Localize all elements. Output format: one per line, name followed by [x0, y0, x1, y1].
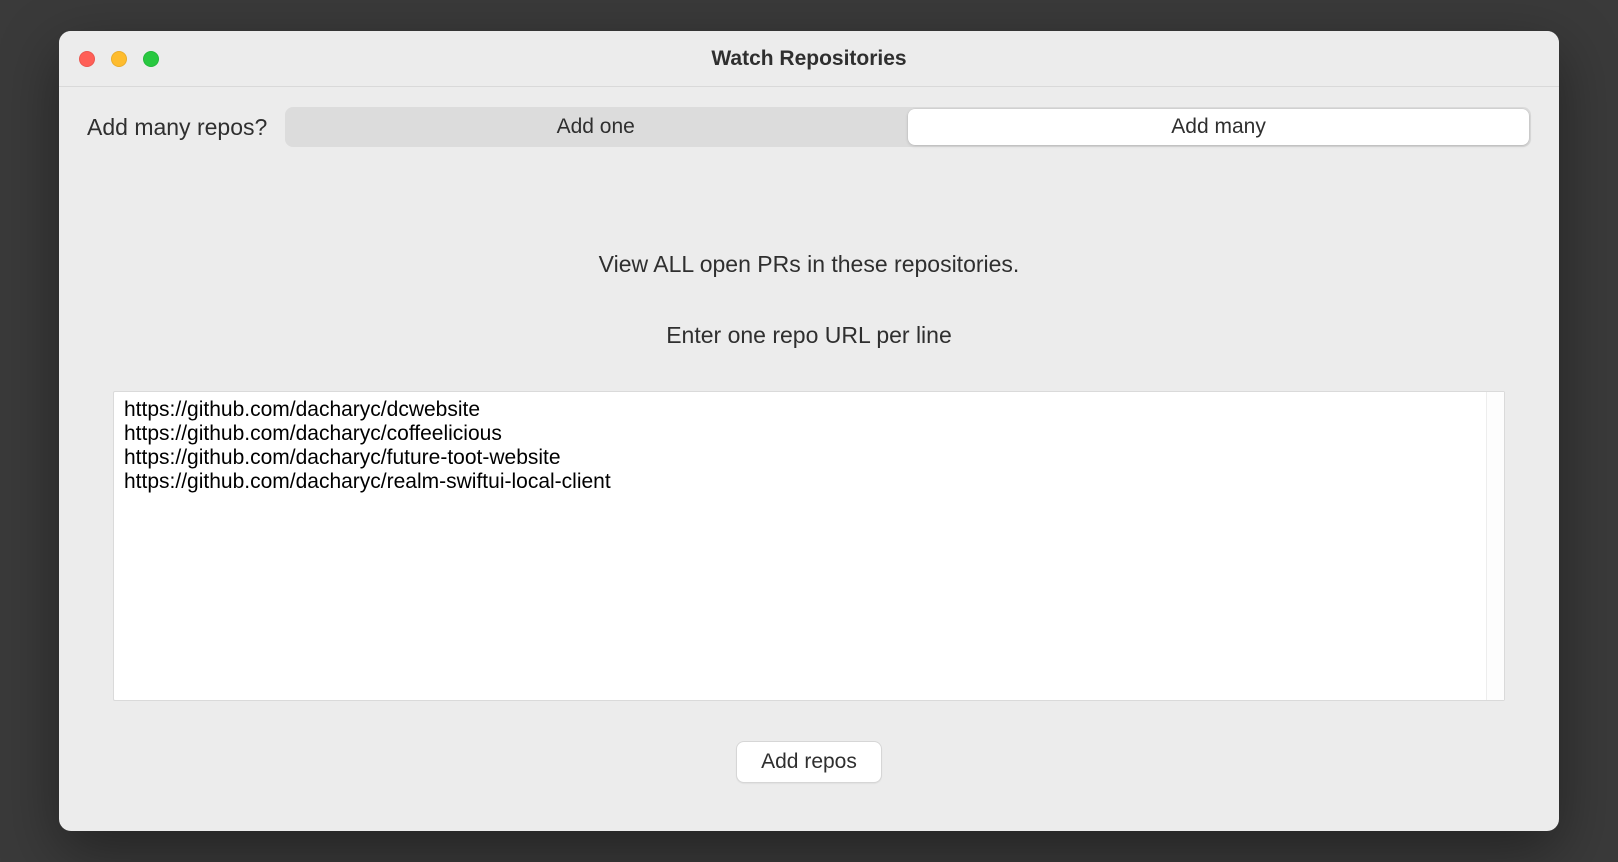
main-content: View ALL open PRs in these repositories.… [59, 171, 1559, 831]
window-controls [79, 51, 159, 67]
segment-add-one[interactable]: Add one [285, 107, 906, 147]
segment-add-one-label: Add one [557, 115, 635, 139]
view-all-prs-heading: View ALL open PRs in these repositories. [599, 251, 1020, 278]
window-title: Watch Repositories [711, 47, 906, 71]
titlebar: Watch Repositories [59, 31, 1559, 87]
enter-url-subheading: Enter one repo URL per line [666, 322, 952, 349]
add-repos-button-label: Add repos [761, 750, 857, 773]
add-mode-segmented-control[interactable]: Add one Add many [285, 107, 1531, 147]
add-repos-button[interactable]: Add repos [736, 741, 882, 783]
close-icon[interactable] [79, 51, 95, 67]
fullscreen-icon[interactable] [143, 51, 159, 67]
repo-urls-textarea[interactable] [114, 392, 1486, 700]
submit-row: Add repos [736, 741, 882, 783]
scrollbar-track[interactable] [1486, 392, 1504, 700]
minimize-icon[interactable] [111, 51, 127, 67]
mode-toolbar: Add many repos? Add one Add many [59, 87, 1559, 171]
segment-add-many-label: Add many [1171, 115, 1266, 139]
add-many-prompt-label: Add many repos? [87, 114, 267, 141]
watch-repositories-window: Watch Repositories Add many repos? Add o… [59, 31, 1559, 831]
segment-add-many[interactable]: Add many [908, 109, 1529, 145]
repo-urls-textarea-container [113, 391, 1505, 701]
